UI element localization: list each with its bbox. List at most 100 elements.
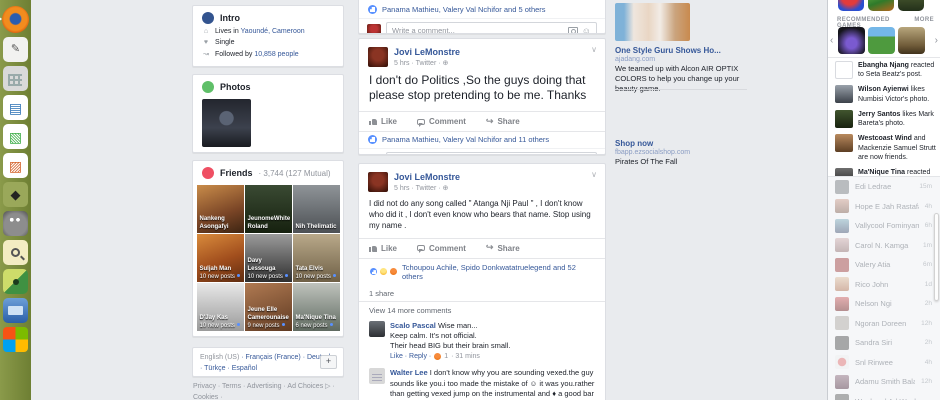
friend-tile[interactable]: Nankeng Asongafyi xyxy=(197,185,244,233)
ticker-avatar xyxy=(835,110,853,128)
friend-tile[interactable]: D'Jay Kas10 new posts xyxy=(197,283,244,331)
author-name[interactable]: Jovi LeMonstre xyxy=(394,47,460,57)
comment-like-reply[interactable]: Like · Reply · xyxy=(390,352,431,361)
post-actions: Like Comment ↪Share xyxy=(359,238,605,258)
chat-contact[interactable]: Rico John1d xyxy=(828,275,940,295)
friends-title[interactable]: Friends xyxy=(220,168,253,178)
emoji-picker-icon[interactable]: ☺ xyxy=(582,26,591,35)
reaction-summary[interactable]: Tchoupou Achile, Spido Donkwatatruelegen… xyxy=(359,258,605,285)
post-atanga: Jovi LeMonstre 5 hrs · Twitter · ⊕ ∨ I d… xyxy=(358,163,606,400)
carousel-left-arrow[interactable]: ‹ xyxy=(830,35,833,46)
chat-contact[interactable]: Edi Ledrae15m xyxy=(828,177,940,197)
commenter-name[interactable]: Scalo Pascal xyxy=(390,321,436,330)
comment-time[interactable]: · 31 mins xyxy=(451,352,480,361)
commenter-avatar[interactable] xyxy=(369,368,385,384)
game-thumbnail[interactable] xyxy=(898,27,925,54)
libreoffice-impress-icon[interactable]: ▨ xyxy=(3,153,28,178)
like-button[interactable]: Like xyxy=(369,244,397,253)
ad-url[interactable]: ajadang.com xyxy=(615,56,747,63)
friend-tile[interactable]: Jeune Elle Camerounaise9 new posts xyxy=(245,283,292,331)
comment-input[interactable]: Write a comment... ☺ xyxy=(386,22,597,34)
like-summary[interactable]: Panama Mathieu, Valery Val Nchifor and 5… xyxy=(359,2,605,18)
comment-input[interactable]: Write a comment... ☺ xyxy=(386,152,597,155)
ticker-actor[interactable]: Ebangha Njang xyxy=(858,62,909,69)
document-search-icon[interactable] xyxy=(3,240,28,265)
view-more-comments[interactable]: View 14 more comments xyxy=(359,301,605,319)
libreoffice-calc-icon[interactable]: ▧ xyxy=(3,124,28,149)
friend-tile[interactable]: Nih Thelimatic xyxy=(293,185,340,233)
friend-tile[interactable]: Tata Elvis10 new posts xyxy=(293,234,340,282)
share-count[interactable]: 1 share xyxy=(359,285,605,301)
ad-title[interactable]: One Style Guru Shows Ho... xyxy=(615,46,747,55)
chat-contact[interactable]: Weekend Ad Wash xyxy=(828,392,940,400)
chat-contact[interactable]: Sandra Siri 2h xyxy=(828,333,940,353)
geo-tool-icon[interactable] xyxy=(3,269,28,294)
windows-icon[interactable] xyxy=(3,327,28,352)
ad-url[interactable]: fbapp.ezsocialshop.com xyxy=(615,149,747,156)
commenter-avatar[interactable] xyxy=(369,321,385,337)
friend-tile[interactable]: JeunomeWhite Roland xyxy=(245,185,292,233)
game-thumbnail[interactable] xyxy=(868,27,895,54)
firefox-icon[interactable] xyxy=(2,6,29,33)
chat-contact[interactable]: Hope E Jah Rastafari4h xyxy=(828,197,940,217)
ticker-actor[interactable]: Wilson Ayienwi xyxy=(858,86,909,93)
followers-link[interactable]: 10,858 people xyxy=(254,51,298,58)
post-options-button[interactable]: ∨ xyxy=(591,170,597,179)
contacts-card-icon[interactable] xyxy=(3,298,28,323)
text-editor-icon[interactable]: ✎ xyxy=(3,37,28,62)
gimp-icon[interactable] xyxy=(3,211,28,236)
comment-button[interactable]: Comment xyxy=(417,244,466,253)
carousel-right-arrow[interactable]: › xyxy=(935,35,938,46)
friend-tile[interactable]: Ma'Nique Tina6 new posts xyxy=(293,283,340,331)
add-language-button[interactable]: + xyxy=(320,355,337,369)
chat-last-active: 2h xyxy=(925,339,932,346)
ticker-story[interactable]: Wilson Ayienwi likes Numbisi Victor's ph… xyxy=(835,85,937,103)
lives-in-link[interactable]: Yaoundé, Cameroon xyxy=(241,28,305,35)
inkscape-icon[interactable]: ◆ xyxy=(3,182,28,207)
ad-image[interactable] xyxy=(615,3,690,41)
chat-contact[interactable]: Adamu Smith Bala12h xyxy=(828,372,940,392)
chat-contact[interactable]: Vallycool Fominyam6h xyxy=(828,216,940,236)
ticker-story[interactable]: Westcoast Wind and Mackenzie Samuel Stru… xyxy=(835,134,937,162)
share-button[interactable]: ↪Share xyxy=(486,117,520,126)
ticker-story[interactable]: Jerry Santos likes Mark Bareta's photo. xyxy=(835,110,937,128)
photos-title[interactable]: Photos xyxy=(220,82,251,92)
comment-button[interactable]: Comment xyxy=(417,117,466,126)
friend-tile[interactable]: Suljah Man10 new posts xyxy=(197,234,244,282)
chat-scrollbar[interactable] xyxy=(934,213,939,301)
author-avatar[interactable] xyxy=(368,47,388,67)
commenter-name[interactable]: Walter Lee xyxy=(390,368,428,377)
calculator-icon[interactable] xyxy=(3,66,28,91)
chat-contact[interactable]: Ngoran Doreen12h xyxy=(828,314,940,334)
chat-contact[interactable]: Nelson Ngi2h xyxy=(828,294,940,314)
ticker-actor[interactable]: Westcoast Wind xyxy=(858,135,912,142)
like-summary[interactable]: Panama Mathieu, Valery Val Nchifor and 1… xyxy=(359,131,605,148)
libreoffice-writer-icon[interactable]: ▤ xyxy=(3,95,28,120)
game-icon[interactable] xyxy=(838,0,864,11)
game-icon[interactable] xyxy=(898,0,924,11)
post-meta[interactable]: 5 hrs · Twitter · xyxy=(394,185,441,192)
game-thumbnail[interactable] xyxy=(838,27,865,54)
chat-avatar xyxy=(835,355,849,369)
viewer-avatar[interactable] xyxy=(367,24,381,35)
chat-contact[interactable]: Carol N. Kamga1m xyxy=(828,236,940,256)
game-icon[interactable] xyxy=(868,0,894,11)
photo-thumbnail[interactable] xyxy=(202,99,251,147)
chat-last-active: 6h xyxy=(925,222,932,229)
ticker-story[interactable]: Ebangha Njang reacted to Seta Beatz's po… xyxy=(835,61,937,79)
chat-contact[interactable]: Snl Rinwee4h xyxy=(828,353,940,373)
viewer-avatar[interactable] xyxy=(367,154,381,156)
post-meta[interactable]: 5 hrs · Twitter · xyxy=(394,60,441,67)
ad-title[interactable]: Shop now xyxy=(615,139,747,148)
ticker-actor[interactable]: Jerry Santos xyxy=(858,111,900,118)
post-options-button[interactable]: ∨ xyxy=(591,45,597,54)
chat-contact[interactable]: Valery Atia6m xyxy=(828,255,940,275)
chat-name: Sandra Siri xyxy=(855,338,919,347)
like-button[interactable]: Like xyxy=(369,117,397,126)
footer-links-line1[interactable]: Privacy · Terms · Advertising · Ad Choic… xyxy=(193,382,345,400)
author-avatar[interactable] xyxy=(368,172,388,192)
attach-photo-icon[interactable] xyxy=(568,27,578,34)
author-name[interactable]: Jovi LeMonstre xyxy=(394,172,460,182)
share-button[interactable]: ↪Share xyxy=(486,244,520,253)
friend-tile[interactable]: Davy Lessouga10 new posts xyxy=(245,234,292,282)
